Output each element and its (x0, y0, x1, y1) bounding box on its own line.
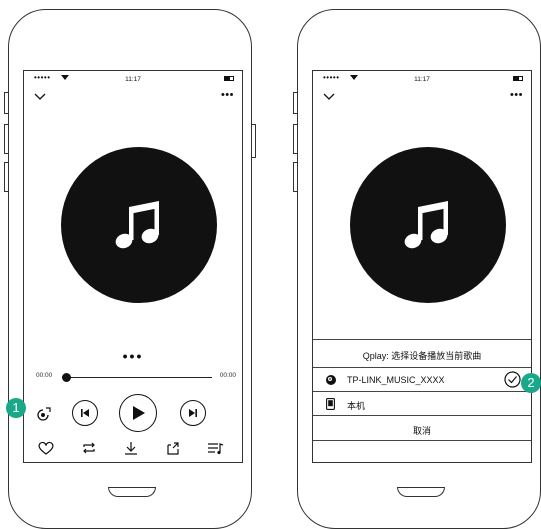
step-marker-2: 2 (521, 373, 541, 393)
cancel-label: 取消 (412, 426, 431, 436)
speaker-icon (326, 375, 336, 385)
album-art (61, 147, 217, 303)
total-time: 00:00 (219, 372, 236, 379)
next-button[interactable] (180, 400, 206, 426)
phone-icon (326, 398, 335, 410)
left-phone-frame: ••••• 11:17 ••• ••• 00:00 00:00 (8, 9, 252, 529)
phone-side-button (4, 162, 9, 192)
skip-forward-icon (189, 409, 197, 417)
more-menu-icon[interactable]: ••• (510, 90, 523, 101)
phone-side-button (293, 124, 298, 154)
download-icon[interactable] (123, 441, 139, 456)
device-row-tplink[interactable]: TP-LINK_MUSIC_XXXX (313, 367, 531, 391)
progress-track[interactable] (62, 377, 212, 378)
page-indicator: ••• (122, 348, 144, 364)
progress-knob[interactable] (62, 373, 71, 382)
progress-bar[interactable]: 00:00 00:00 (24, 369, 242, 383)
battery-icon (513, 76, 523, 81)
heart-icon[interactable] (38, 441, 54, 455)
right-phone-frame: ••••• 11:17 ••• Qplay: 选择设备播放当前歌曲 TP-LIN… (297, 9, 541, 529)
phone-side-button (4, 92, 9, 114)
left-screen: ••••• 11:17 ••• ••• 00:00 00:00 (23, 70, 243, 463)
home-indicator (108, 487, 156, 497)
skip-back-icon (81, 409, 89, 417)
album-art (350, 147, 506, 303)
playback-controls (24, 394, 242, 434)
qplay-cast-icon[interactable] (37, 406, 52, 421)
battery-icon (224, 76, 234, 81)
music-note-icon (404, 201, 448, 249)
device-selection-sheet: Qplay: 选择设备播放当前歌曲 TP-LINK_MUSIC_XXXX 本机 … (313, 339, 531, 462)
checkmark-icon (504, 371, 521, 388)
sheet-title: Qplay: 选择设备播放当前歌曲 (362, 351, 482, 361)
cancel-button[interactable]: 取消 (313, 415, 531, 441)
play-button[interactable] (119, 394, 157, 432)
playlist-icon[interactable] (207, 441, 225, 455)
sheet-title-row: Qplay: 选择设备播放当前歌曲 (313, 339, 531, 367)
phone-side-button (251, 124, 256, 158)
more-menu-icon[interactable]: ••• (221, 90, 234, 101)
clock: 11:17 (414, 76, 430, 83)
status-bar: ••••• 11:17 (313, 71, 531, 87)
local-device-label: 本机 (347, 401, 366, 411)
step-marker-1: 1 (6, 398, 26, 418)
phone-side-button (293, 92, 298, 114)
phone-side-button (293, 162, 298, 192)
repeat-icon[interactable] (81, 441, 97, 455)
bottom-actions (24, 441, 242, 457)
status-bar: ••••• 11:17 (24, 71, 242, 87)
home-indicator (397, 487, 445, 497)
share-icon[interactable] (165, 441, 181, 455)
device-row-local[interactable]: 本机 (313, 391, 531, 415)
clock: 11:17 (125, 76, 141, 83)
chevron-down-icon[interactable] (34, 93, 46, 101)
play-icon (133, 406, 145, 420)
right-screen: ••••• 11:17 ••• Qplay: 选择设备播放当前歌曲 TP-LIN… (312, 70, 532, 463)
chevron-down-icon[interactable] (323, 93, 335, 101)
phone-side-button (4, 124, 9, 154)
previous-button[interactable] (72, 400, 98, 426)
music-note-icon (115, 201, 159, 249)
device-name: TP-LINK_MUSIC_XXXX (347, 375, 445, 385)
current-time: 00:00 (36, 372, 53, 379)
